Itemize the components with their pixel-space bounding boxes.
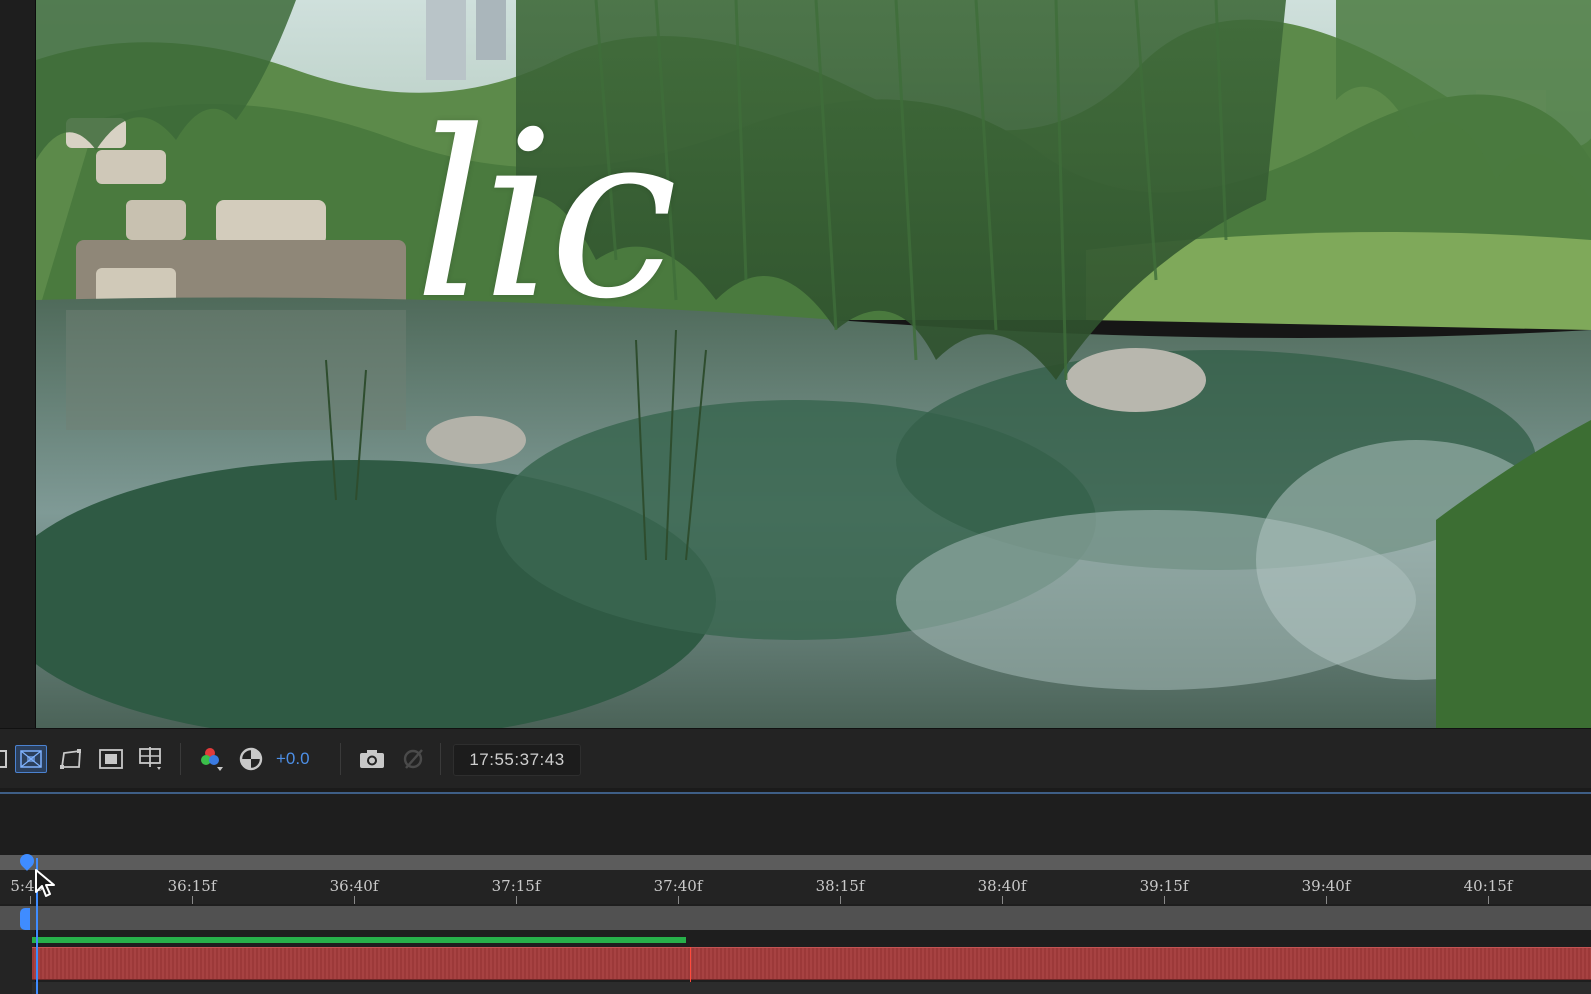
toolbar-divider (180, 743, 181, 775)
region-of-interest-icon[interactable] (0, 745, 8, 773)
composition-viewer[interactable]: lic (0, 0, 1591, 728)
mask-path-icon[interactable] (56, 745, 86, 773)
toolbar-divider (440, 743, 441, 775)
safe-area-icon[interactable] (96, 745, 126, 773)
exposure-reset-icon[interactable] (236, 745, 266, 773)
park-pond-scene-image (36, 0, 1591, 728)
ruler-tick-label: 38:40f (977, 877, 1027, 895)
toolbar-divider (340, 743, 341, 775)
ruler-tick (1002, 896, 1003, 904)
ruler-tick (30, 896, 31, 904)
ruler-tick (192, 896, 193, 904)
ruler-tick (678, 896, 679, 904)
ruler-tick-label: 36:15f (167, 877, 217, 895)
ruler-tick (1326, 896, 1327, 904)
ruler-tick-label: 37:40f (653, 877, 703, 895)
grid-guides-icon[interactable] (136, 745, 166, 773)
ruler-tick-label: 38:15f (815, 877, 865, 895)
timeline-panel: 5:40f 36:15f 36:40f 37:15f 37:40f 38:15f 38:40… (0, 794, 1591, 994)
title-overlay-text: lic (414, 83, 678, 350)
video-frame[interactable]: lic (36, 0, 1591, 728)
layer-duration-bar[interactable] (32, 947, 1591, 980)
ruler-tick (1164, 896, 1165, 904)
mouse-cursor-icon (34, 868, 58, 905)
work-area-bar[interactable] (0, 906, 1591, 930)
track-bottom-strip (32, 982, 1591, 994)
ruler-tick-label: 39:15f (1139, 877, 1189, 895)
snapshot-camera-icon[interactable] (356, 745, 388, 773)
exposure-value[interactable]: +0.0 (276, 749, 310, 769)
ruler-tick-label: 39:40f (1301, 877, 1351, 895)
ruler-tick-label: 40:15f (1463, 877, 1513, 895)
color-channels-icon[interactable] (195, 745, 227, 773)
transparency-grid-icon[interactable] (15, 745, 47, 773)
viewer-toolbar: +0.0 17:55:37:43 (0, 728, 1591, 788)
ruler-tick-label: 37:15f (491, 877, 541, 895)
time-ruler[interactable]: 5:40f 36:15f 36:40f 37:15f 37:40f 38:15f 38:40… (0, 870, 1591, 904)
work-area-start-handle[interactable] (20, 908, 30, 930)
ruler-tick (354, 896, 355, 904)
current-timecode[interactable]: 17:55:37:43 (453, 744, 581, 776)
layer-track-gutter (0, 930, 36, 994)
render-cache-bar (32, 937, 686, 943)
ruler-tick (516, 896, 517, 904)
time-navigator-bar[interactable] (0, 855, 1591, 870)
ruler-tick (1488, 896, 1489, 904)
ruler-tick (840, 896, 841, 904)
viewer-left-gutter (0, 0, 36, 728)
show-snapshot-icon[interactable] (398, 745, 428, 773)
ruler-tick-label: 36:40f (329, 877, 379, 895)
